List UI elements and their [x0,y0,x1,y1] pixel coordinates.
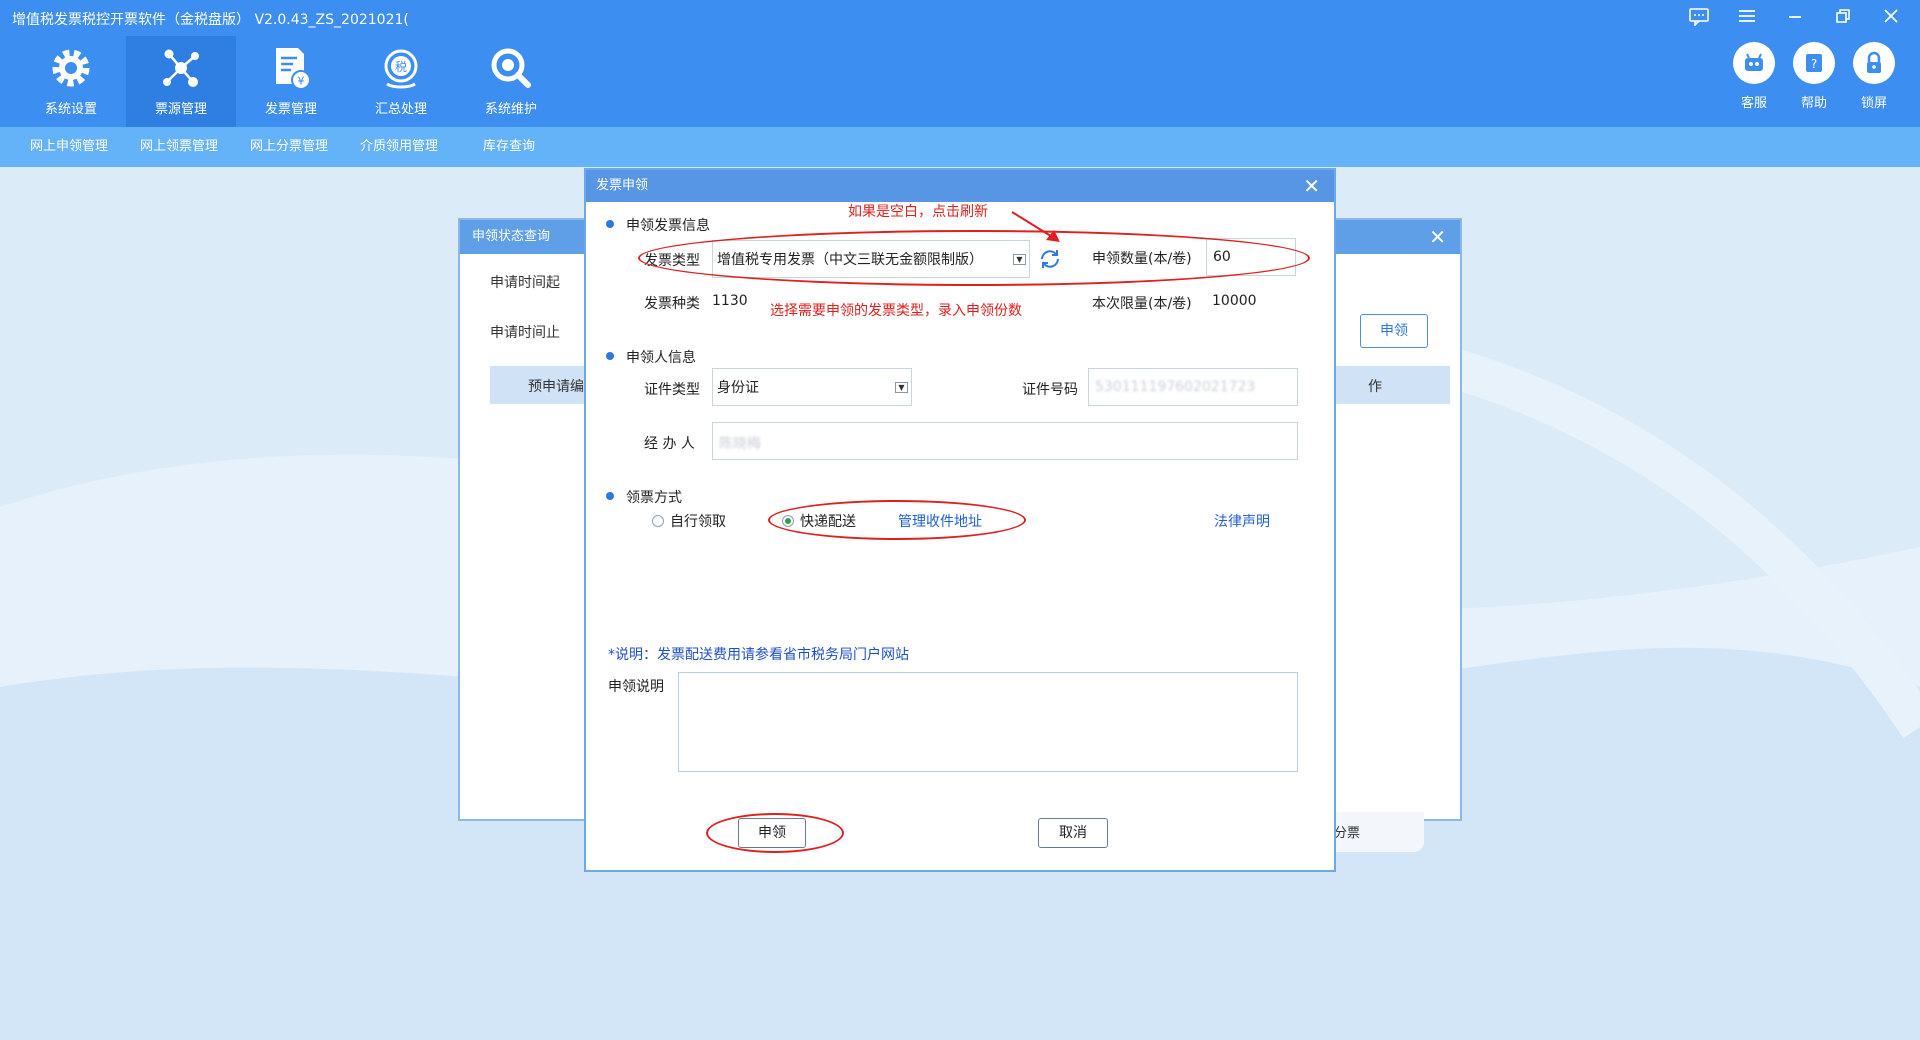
select-annotation: 选择需要申领的发票类型，录入申领份数 [770,303,1022,319]
sub-navigation: 网上申领管理 网上领票管理 网上分票管理 介质领用管理 库存查询 [0,127,1920,167]
radio-self-pickup[interactable]: 自行领取 [652,511,726,531]
quantity-label: 申领数量(本/卷) [1092,251,1192,267]
invoice-type-value: 增值税专用发票（中文三联无金额限制版） [717,252,983,268]
invoice-icon: ¥ [276,48,311,90]
radio-circle-selected [782,515,794,527]
remark-textarea[interactable] [678,672,1298,772]
chevron-down-icon: ▼ [895,382,908,393]
dialog-title: 发票申领 [596,178,649,193]
end-time-label: 申请时间止 [490,325,560,341]
subnav-online-apply[interactable]: 网上申领管理 [14,127,124,167]
remark-label: 申领说明 [608,679,664,695]
right-tool-label: 客服 [1740,96,1767,111]
module-invoice-management[interactable]: ¥ 发票管理 [236,36,346,127]
id-number-input[interactable]: 530111197602021723 [1088,368,1298,406]
section-bullet [606,352,614,360]
module-label: 发票管理 [264,102,317,117]
module-toolbar: 系统设置 票源管理 ¥ 发票管理 税 汇总处理 系统维护 [16,36,566,127]
subnav-media-collect[interactable]: 介质领用管理 [344,127,454,167]
subnav-inventory-query[interactable]: 库存查询 [454,127,564,167]
svg-text:税: 税 [395,60,407,74]
status-query-title: 申领状态查询 [472,229,551,244]
app-header: 增值税发票税控开票软件（金税盘版） V2.0.43_ZS_2021021( 系统… [0,0,1920,127]
section-collection-method: 领票方式 [626,490,682,506]
lock-screen-button[interactable]: 锁屏 [1852,42,1896,111]
close-icon[interactable]: ✕ [1303,170,1320,202]
refresh-annotation: 如果是空白，点击刷新 [848,204,988,220]
right-tools: 客服 ? 帮助 锁屏 [1732,42,1896,111]
customer-service-button[interactable]: 客服 [1732,42,1776,111]
right-tool-label: 帮助 [1800,96,1827,111]
handler-value: 陈晓梅 [719,436,761,452]
lock-icon [1853,42,1895,84]
quantity-input[interactable]: 60 [1206,238,1296,276]
invoice-type-select[interactable]: 增值税专用发票（中文三联无金额限制版） ▼ [712,240,1030,278]
dialog-header: 发票申领 ✕ [586,170,1334,202]
id-number-label: 证件号码 [1022,382,1078,398]
chevron-down-icon: ▼ [1013,254,1026,265]
window-title: 增值税发票税控开票软件（金税盘版） V2.0.43_ZS_2021021( [12,12,409,28]
module-label: 汇总处理 [374,102,427,117]
section-bullet [606,220,614,228]
section-bullet [606,492,614,500]
invoice-kind-label: 发票种类 [644,296,700,312]
minimize-icon[interactable] [1784,8,1806,28]
maintenance-icon [491,48,531,88]
status-apply-button[interactable]: 申领 [1360,314,1428,348]
close-icon[interactable] [1880,8,1902,28]
svg-text:?: ? [1811,57,1817,71]
section-applicant-info: 申领人信息 [626,350,696,366]
module-label: 票源管理 [154,102,207,117]
manage-address-link[interactable]: 管理收件地址 [898,511,982,531]
section-invoice-info: 申领发票信息 [626,218,710,234]
delivery-fee-note: *说明：发票配送费用请参看省市税务局门户网站 [608,647,909,663]
column-header-apply-no: 预申请编 [528,379,584,395]
help-button[interactable]: ? 帮助 [1792,42,1836,111]
id-type-label: 证件类型 [644,382,700,398]
id-number-value: 530111197602021723 [1095,379,1256,395]
network-icon [163,49,199,87]
limit-label: 本次限量(本/卷) [1092,296,1192,312]
module-system-settings[interactable]: 系统设置 [16,36,126,127]
apply-button[interactable]: 申领 [738,818,806,848]
radio-express-label: 快递配送 [800,514,856,530]
refresh-icon[interactable] [1038,247,1062,271]
menu-icon[interactable] [1736,8,1758,28]
svg-text:¥: ¥ [298,75,305,88]
tax-summary-icon: 税 [384,49,418,89]
right-tool-label: 锁屏 [1860,96,1887,111]
radio-express-delivery[interactable]: 快递配送 [782,511,856,531]
invoice-type-label: 发票类型 [644,253,700,269]
restore-icon[interactable] [1832,8,1854,28]
robot-icon [1733,42,1775,84]
radio-self-pickup-label: 自行领取 [670,514,726,530]
module-label: 系统设置 [44,102,97,117]
subnav-online-collect[interactable]: 网上领票管理 [124,127,234,167]
module-label: 系统维护 [484,102,537,117]
gear-icon [52,49,90,87]
id-type-value: 身份证 [717,380,759,396]
window-controls [1688,8,1902,28]
handler-label: 经 办 人 [644,436,695,452]
handler-input[interactable]: 陈晓梅 [712,422,1298,460]
column-header-action: 作 [1368,379,1382,395]
module-summary[interactable]: 税 汇总处理 [346,36,456,127]
limit-value: 10000 [1212,293,1257,309]
subnav-online-distribute[interactable]: 网上分票管理 [234,127,344,167]
cancel-button[interactable]: 取消 [1038,818,1108,848]
invoice-kind-value: 1130 [712,293,748,309]
module-system-maintenance[interactable]: 系统维护 [456,36,566,127]
help-icon: ? [1793,42,1835,84]
module-ticket-source[interactable]: 票源管理 [126,36,236,127]
id-type-select[interactable]: 身份证 ▼ [712,368,912,406]
message-icon[interactable] [1688,8,1710,28]
start-time-label: 申请时间起 [490,275,560,291]
legal-statement-link[interactable]: 法律声明 [1214,511,1270,531]
invoice-apply-dialog: 发票申领 ✕ 申领发票信息 如果是空白，点击刷新 发票类型 增值税专用发票（中文… [584,168,1336,872]
radio-circle [652,515,664,527]
close-icon[interactable]: ✕ [1429,220,1446,254]
